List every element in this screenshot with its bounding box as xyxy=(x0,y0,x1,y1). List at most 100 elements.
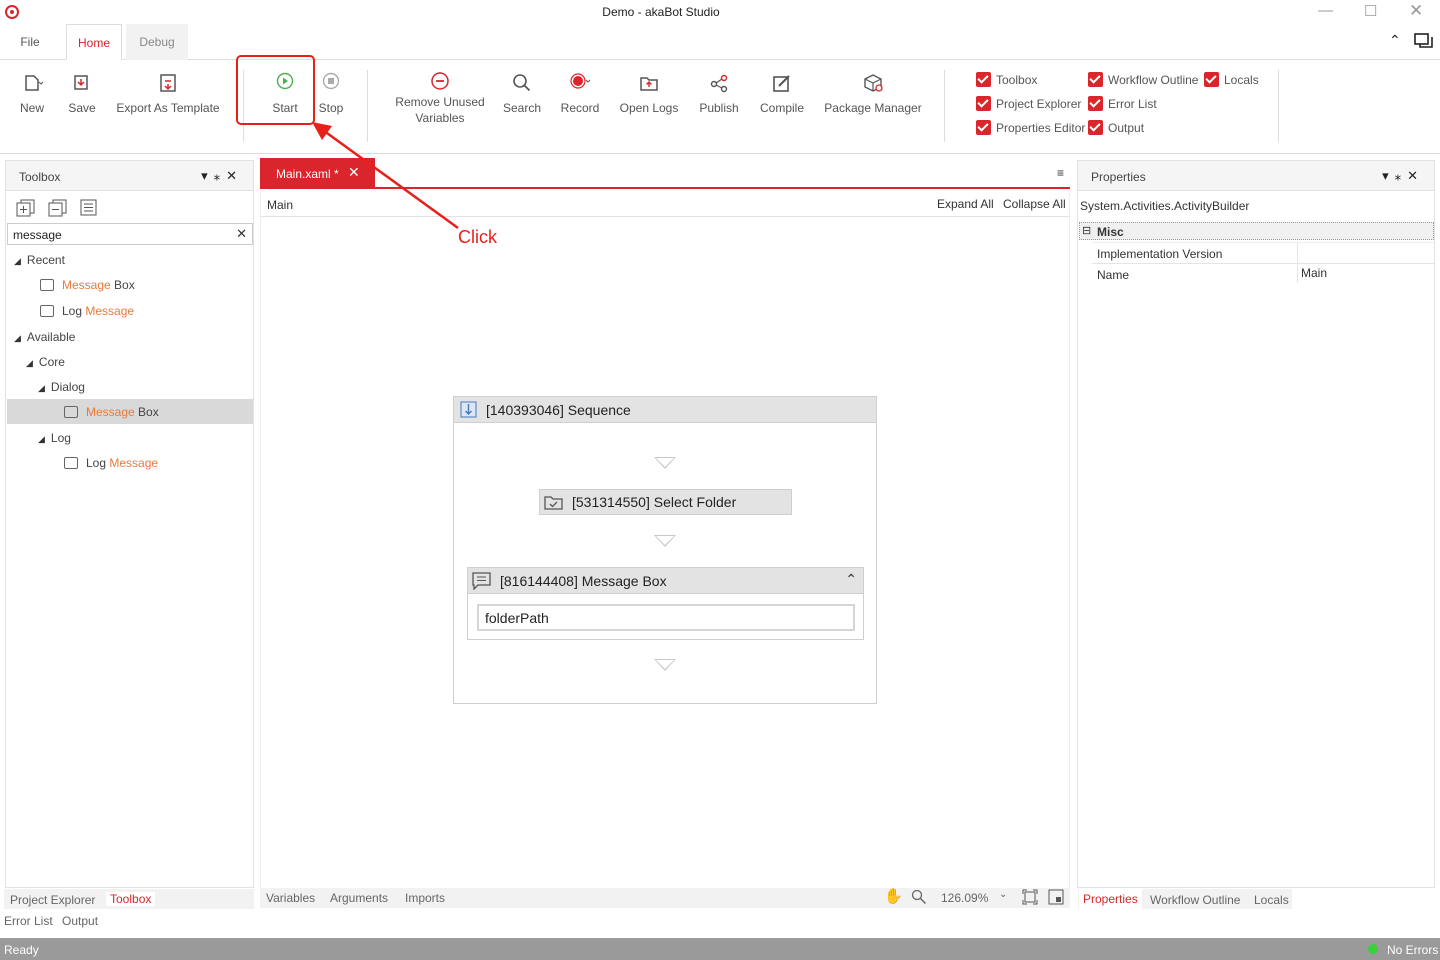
package-manager-button[interactable]: Package Manager xyxy=(822,72,924,116)
fit-to-screen-icon[interactable] xyxy=(1022,889,1038,905)
toggle-workflow-outline[interactable]: Workflow Outline xyxy=(1088,72,1198,90)
tab-file[interactable]: File xyxy=(0,24,60,60)
tree-item-log-message-recent[interactable]: Log Message xyxy=(40,301,134,321)
toggle-error-list[interactable]: Error List xyxy=(1088,96,1157,114)
checkbox-checked-icon xyxy=(1088,72,1103,87)
folder-check-icon xyxy=(544,496,563,510)
new-file-icon xyxy=(25,75,43,91)
record-icon xyxy=(570,73,591,89)
category-misc[interactable]: ⊟ Misc xyxy=(1079,222,1434,240)
annotation-arrow-icon xyxy=(312,122,459,230)
toggle-project-explorer[interactable]: Project Explorer xyxy=(976,96,1081,114)
tab-output[interactable]: Output xyxy=(62,914,98,928)
collapse-all-icon[interactable] xyxy=(48,199,68,217)
toolbox-panel: Toolbox ▾⁎✕ message ✕ ◢ Recent Message Bo… xyxy=(5,160,254,888)
folder-logs-icon xyxy=(640,77,658,91)
clear-search-icon[interactable]: ✕ xyxy=(236,226,247,242)
ribbon: New Save Export As Template Start Stop R… xyxy=(0,60,1440,154)
collapse-activity-icon[interactable]: ⌃ xyxy=(845,571,857,588)
checkbox-checked-icon xyxy=(976,120,991,135)
drop-arrow-icon[interactable] xyxy=(654,457,676,469)
collapse-category-icon: ⊟ xyxy=(1082,225,1092,237)
property-name: Name xyxy=(1097,268,1130,282)
overview-icon[interactable] xyxy=(1048,889,1064,905)
message-box-icon xyxy=(472,572,491,590)
tab-toolbox[interactable]: Toolbox xyxy=(106,892,156,906)
tab-list-icon[interactable]: ≡ xyxy=(1057,166,1064,180)
maximize-button[interactable]: ☐ xyxy=(1364,2,1377,20)
expand-all-icon[interactable] xyxy=(16,199,36,217)
record-button[interactable]: Record xyxy=(556,72,604,116)
tab-arguments[interactable]: Arguments xyxy=(330,891,388,905)
checkbox-checked-icon xyxy=(976,72,991,87)
panel-controls[interactable]: ▾⁎✕ xyxy=(201,168,243,184)
tree-item-log-message[interactable]: Log Message xyxy=(64,453,158,473)
tree-item-message-box-recent[interactable]: Message Box xyxy=(40,275,135,295)
toggle-properties-editor[interactable]: Properties Editor xyxy=(976,120,1085,138)
expanded-icon: ◢ xyxy=(38,434,45,444)
tree-available[interactable]: ◢ Available xyxy=(14,327,75,347)
checkbox-checked-icon xyxy=(1088,96,1103,111)
save-button[interactable]: Save xyxy=(62,72,102,116)
expanded-icon: ◢ xyxy=(14,256,21,266)
toolbox-search-input[interactable]: message ✕ xyxy=(7,223,253,245)
tree-recent[interactable]: ◢ Recent xyxy=(14,250,65,270)
panel-controls[interactable]: ▾⁎✕ xyxy=(1382,168,1424,184)
expand-all-link[interactable]: Expand All xyxy=(937,197,994,211)
drop-arrow-icon[interactable] xyxy=(654,535,676,547)
zoom-dropdown-icon[interactable]: ⌄ xyxy=(999,889,1007,900)
zoom-icon[interactable] xyxy=(911,889,927,905)
tab-project-explorer[interactable]: Project Explorer xyxy=(10,893,95,907)
tab-home[interactable]: Home xyxy=(66,24,122,60)
hand-pan-icon[interactable]: ✋ xyxy=(884,887,903,905)
tab-locals[interactable]: Locals xyxy=(1254,893,1289,907)
property-name: Implementation Version xyxy=(1097,247,1223,261)
collapse-ribbon-icon[interactable]: ⌃ xyxy=(1389,32,1401,49)
toggle-toolbox[interactable]: Toolbox xyxy=(976,72,1037,90)
tab-properties[interactable]: Properties xyxy=(1079,889,1142,909)
tree-log[interactable]: ◢ Log xyxy=(38,428,71,448)
export-template-button[interactable]: Export As Template xyxy=(112,72,224,116)
list-view-icon[interactable] xyxy=(80,199,98,217)
sequence-activity[interactable]: [140393046] Sequence [531314550] Select … xyxy=(453,396,877,704)
close-window-button[interactable]: ✕ xyxy=(1409,1,1423,21)
log-message-icon xyxy=(40,305,54,317)
properties-title: Properties xyxy=(1091,170,1146,184)
collapse-all-link[interactable]: Collapse All xyxy=(1003,197,1066,211)
stop-icon xyxy=(322,72,340,90)
share-icon xyxy=(710,74,728,93)
zoom-level[interactable]: 126.09% xyxy=(941,891,988,905)
message-box-activity[interactable]: [816144408] Message Box ⌃ folderPath xyxy=(467,567,864,640)
toggle-output[interactable]: Output xyxy=(1088,120,1144,138)
window-title: Demo - akaBot Studio xyxy=(602,5,720,19)
tab-imports[interactable]: Imports xyxy=(405,891,445,905)
message-text-field[interactable]: folderPath xyxy=(477,604,855,631)
drop-arrow-icon[interactable] xyxy=(654,659,676,671)
tree-core[interactable]: ◢ Core xyxy=(26,352,65,372)
status-bar: Ready No Errors xyxy=(0,938,1440,960)
select-folder-activity[interactable]: [531314550] Select Folder xyxy=(539,489,792,515)
property-value[interactable]: Main xyxy=(1301,266,1327,280)
compile-button[interactable]: Compile xyxy=(756,72,808,116)
publish-button[interactable]: Publish xyxy=(696,72,742,116)
new-button[interactable]: New xyxy=(12,72,52,116)
search-button[interactable]: Search xyxy=(500,72,544,116)
expanded-icon: ◢ xyxy=(26,358,33,368)
error-status: No Errors xyxy=(1387,943,1439,957)
tree-item-message-box[interactable]: Message Box xyxy=(64,402,159,422)
breadcrumb[interactable]: Main xyxy=(267,198,293,212)
chat-icon[interactable] xyxy=(1414,32,1434,50)
minimize-button[interactable]: — xyxy=(1318,2,1333,19)
tree-dialog[interactable]: ◢ Dialog xyxy=(38,377,85,397)
menu-bar: File Home Debug ⌃ xyxy=(0,24,1440,60)
message-box-icon xyxy=(40,279,54,291)
search-icon xyxy=(513,74,531,92)
title-bar: Demo - akaBot Studio — ☐ ✕ xyxy=(0,0,1440,24)
tab-variables[interactable]: Variables xyxy=(266,891,315,905)
tab-debug[interactable]: Debug xyxy=(126,24,188,60)
toggle-locals[interactable]: Locals xyxy=(1204,72,1259,90)
message-box-icon xyxy=(64,406,78,418)
tab-error-list[interactable]: Error List xyxy=(4,914,53,928)
open-logs-button[interactable]: Open Logs xyxy=(616,72,682,116)
tab-workflow-outline[interactable]: Workflow Outline xyxy=(1150,893,1240,907)
